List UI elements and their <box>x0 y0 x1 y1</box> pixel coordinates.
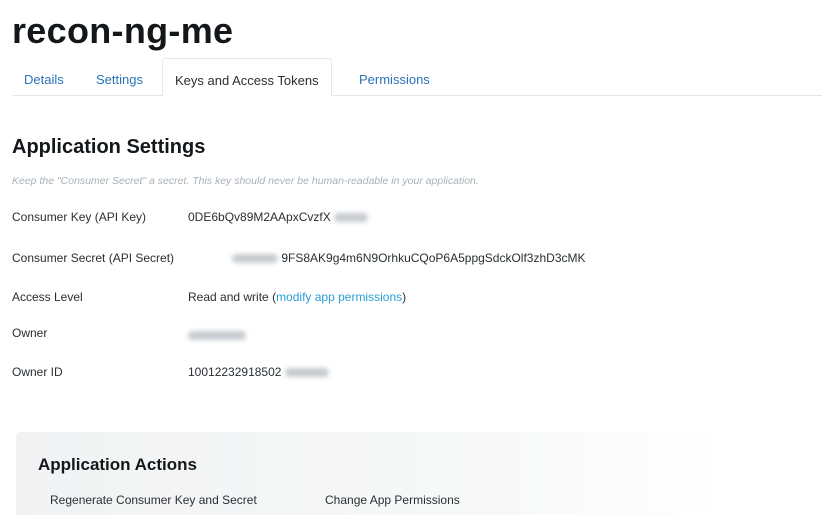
redacted-blur <box>284 368 329 378</box>
access-level-value: Read and write <box>188 290 269 304</box>
consumer-key-label: Consumer Key (API Key) <box>12 210 147 224</box>
tab-permissions[interactable]: Permissions <box>359 65 430 96</box>
owner-value-group <box>188 328 246 342</box>
app-title: recon-ng-me <box>12 10 234 51</box>
consumer-key-value: 0DE6bQv89M2AApxCvzfX <box>188 210 331 224</box>
paren-close: ) <box>402 290 407 304</box>
owner-id-value-group: 10012232918502 <box>188 365 329 379</box>
consumer-secret-value-group: 9FS8AK9g4m6N9OrhkuCQoP6A5ppgSdckOlf3zhD3… <box>232 251 586 265</box>
access-level-value-group: Read and write (modify app permissions) <box>188 290 406 304</box>
application-settings-hint: Keep the "Consumer Secret" a secret. Thi… <box>12 175 479 187</box>
owner-label: Owner <box>12 326 48 340</box>
owner-id-value: 10012232918502 <box>188 365 282 379</box>
tab-bar: Details Settings Keys and Access Tokens … <box>12 58 822 97</box>
change-app-permissions-button[interactable]: Change App Permissions <box>325 493 460 507</box>
owner-id-label: Owner ID <box>12 365 63 379</box>
tab-details[interactable]: Details <box>24 65 64 96</box>
regenerate-consumer-key-button[interactable]: Regenerate Consumer Key and Secret <box>50 493 257 507</box>
consumer-secret-value: 9FS8AK9g4m6N9OrhkuCQoP6A5ppgSdckOlf3zhD3… <box>281 251 586 265</box>
redacted-blur <box>334 213 369 223</box>
tab-keys-and-access-tokens[interactable]: Keys and Access Tokens <box>162 58 332 97</box>
tab-settings[interactable]: Settings <box>96 65 143 96</box>
application-settings-heading: Application Settings <box>12 136 206 158</box>
consumer-key-value-group: 0DE6bQv89M2AApxCvzfX <box>188 210 369 224</box>
app-page: recon-ng-me Details Settings Keys and Ac… <box>0 0 823 515</box>
modify-app-permissions-link[interactable]: modify app permissions <box>276 290 402 304</box>
access-level-label: Access Level <box>12 290 83 304</box>
redacted-blur <box>188 331 246 341</box>
redacted-blur <box>232 254 278 264</box>
consumer-secret-label: Consumer Secret (API Secret) <box>12 251 175 265</box>
application-actions-heading: Application Actions <box>38 455 197 474</box>
